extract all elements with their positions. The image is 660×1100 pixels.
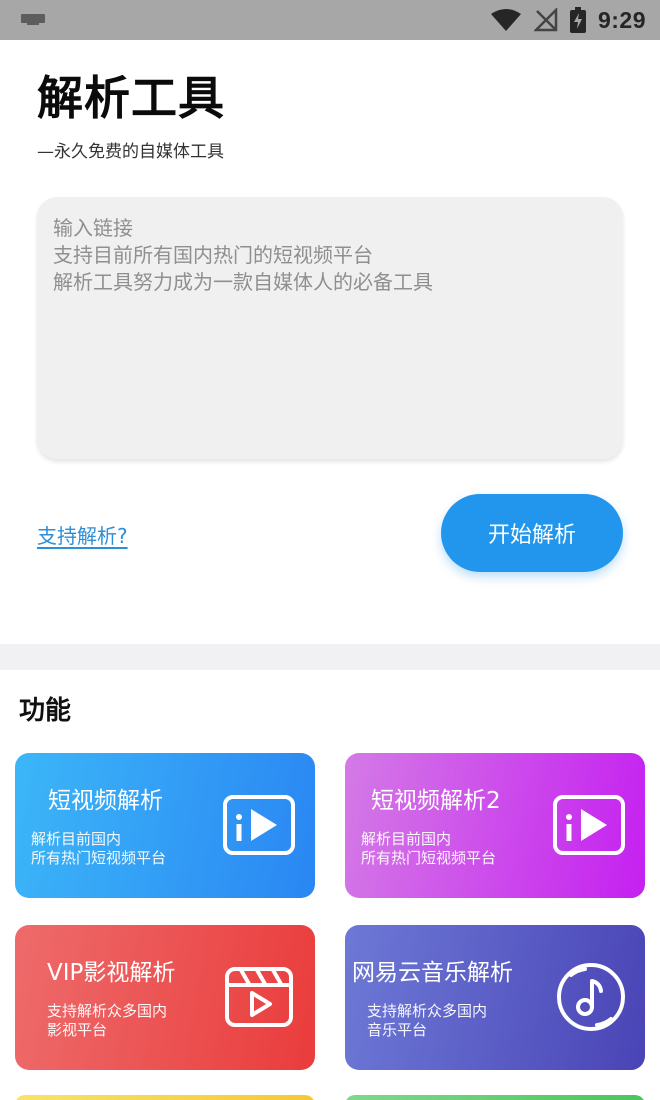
card-title: 短视频解析2	[371, 788, 501, 814]
features-section-title: 功能	[19, 696, 72, 726]
notification-icon	[21, 14, 45, 25]
wifi-icon	[490, 9, 521, 31]
input-placeholder-line: 解析工具努力成为一款自媒体人的必备工具	[53, 270, 433, 294]
link-input[interactable]: 输入链接 支持目前所有国内热门的短视频平台 解析工具努力成为一款自媒体人的必备工…	[37, 197, 623, 459]
card-title: 短视频解析	[48, 788, 163, 814]
card-description: 支持解析众多国内 音乐平台	[367, 1002, 488, 1039]
input-placeholder-line: 支持目前所有国内热门的短视频平台	[53, 243, 373, 267]
video-play-icon	[553, 795, 625, 855]
music-disc-icon	[557, 963, 625, 1031]
battery-charging-icon	[569, 7, 586, 33]
video-play-icon	[223, 795, 295, 855]
card-description: 支持解析众多国内 影视平台	[47, 1002, 168, 1039]
status-time: 9:29	[597, 6, 646, 33]
page-subtitle: —永久免费的自媒体工具	[37, 142, 224, 162]
card-description: 解析目前国内 所有热门短视频平台	[361, 830, 497, 867]
clapperboard-icon	[225, 967, 293, 1027]
short-video-parse-2-card[interactable]: 短视频解析2 解析目前国内 所有热门短视频平台	[345, 753, 645, 898]
supported-platforms-link[interactable]: 支持解析?	[37, 520, 128, 549]
section-divider	[0, 644, 660, 670]
netease-music-parse-card[interactable]: 网易云音乐解析 支持解析众多国内 音乐平台	[345, 925, 645, 1070]
page-title: 解析工具	[37, 71, 225, 125]
card-title: 网易云音乐解析	[352, 960, 513, 986]
start-parse-button[interactable]: 开始解析	[441, 494, 623, 572]
status-bar: 9:29	[0, 0, 660, 40]
feature-card-partial[interactable]	[15, 1095, 315, 1100]
vip-video-parse-card[interactable]: VIP影视解析 支持解析众多国内 影视平台	[15, 925, 315, 1070]
no-signal-icon	[533, 8, 558, 32]
card-title: VIP影视解析	[47, 960, 176, 986]
card-description: 解析目前国内 所有热门短视频平台	[31, 830, 167, 867]
input-placeholder-line: 输入链接	[53, 216, 133, 240]
short-video-parse-card[interactable]: 短视频解析 解析目前国内 所有热门短视频平台	[15, 753, 315, 898]
feature-card-partial[interactable]	[345, 1095, 645, 1100]
